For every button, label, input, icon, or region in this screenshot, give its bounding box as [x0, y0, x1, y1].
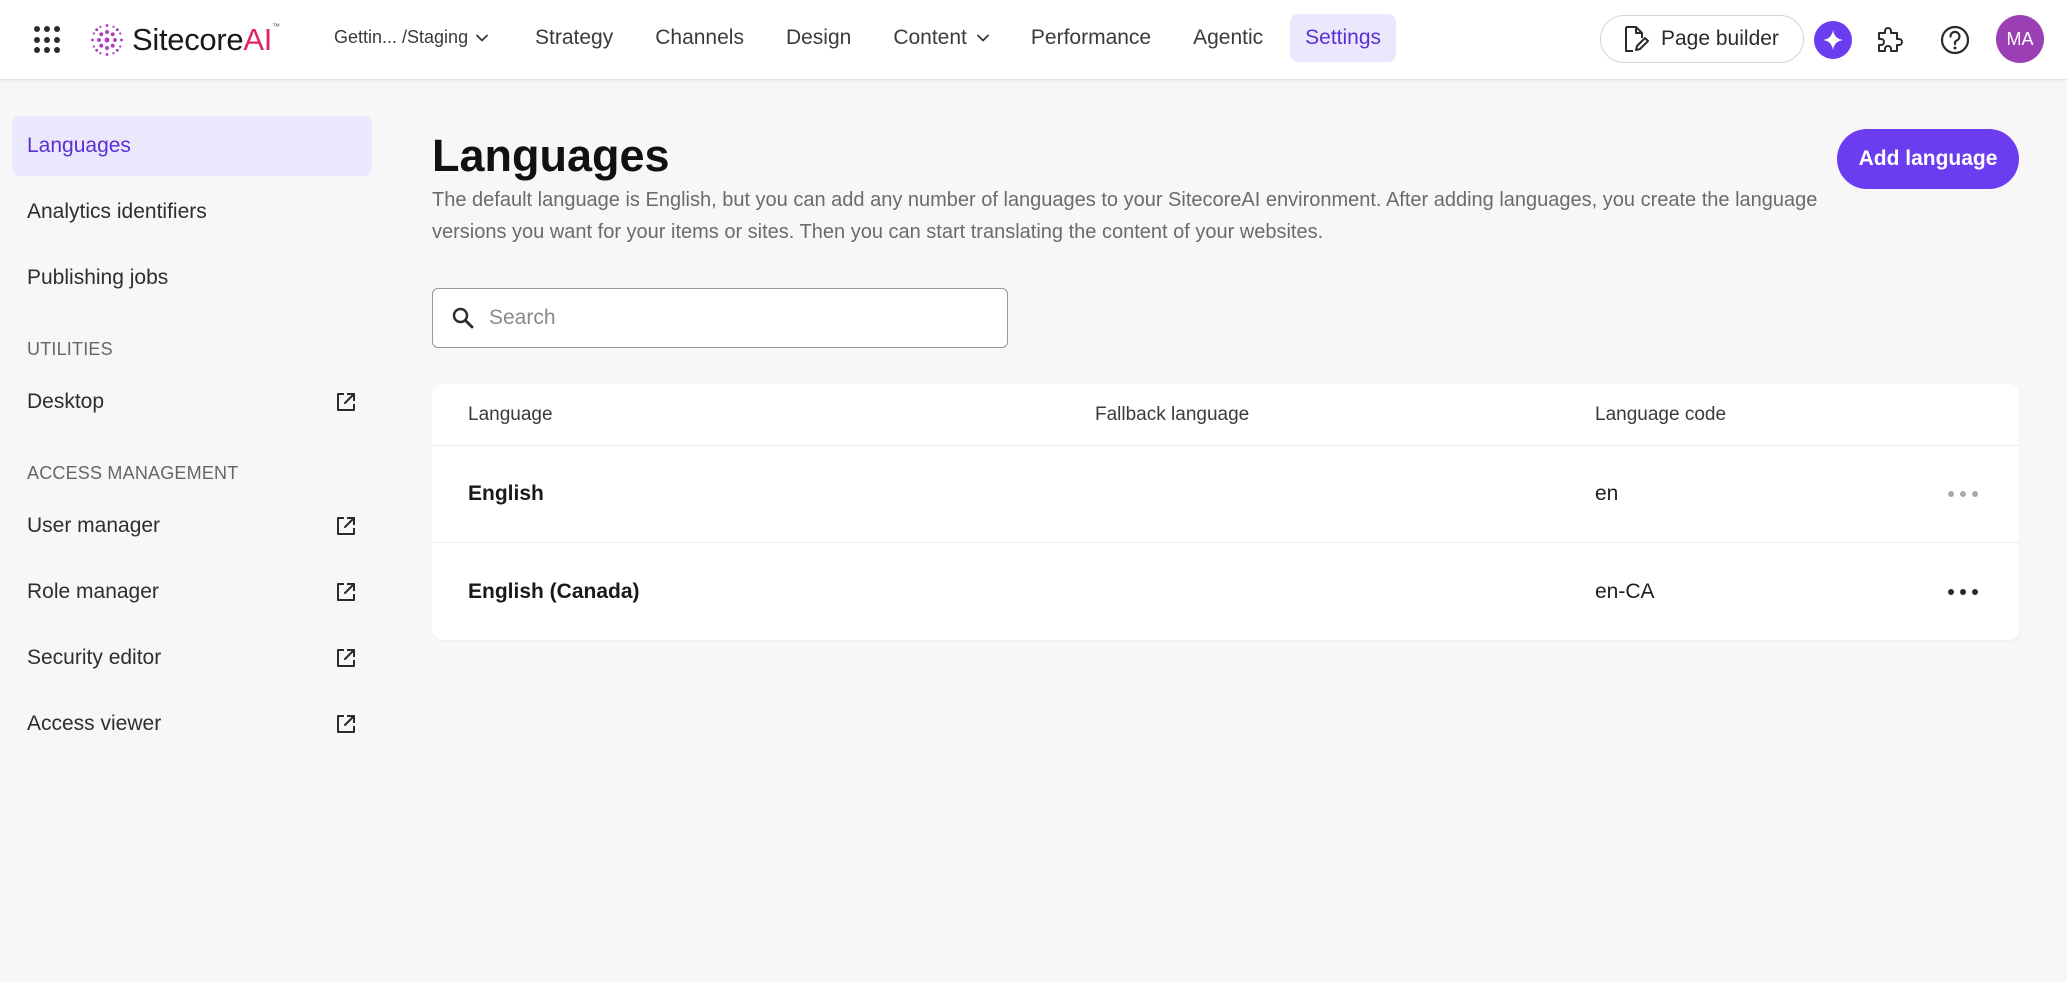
- sidebar-section-utilities: UTILITIES: [27, 338, 113, 359]
- sidebar-item-label: Role manager: [27, 580, 159, 603]
- page-builder-button[interactable]: Page builder: [1600, 15, 1804, 63]
- apps-grid-icon[interactable]: [34, 26, 62, 54]
- languages-table: Language Fallback language Language code…: [432, 384, 2019, 640]
- column-header-language-code[interactable]: Language code: [1595, 404, 1726, 426]
- search-field[interactable]: [432, 288, 1008, 348]
- table-header: Language Fallback language Language code: [432, 384, 2019, 446]
- environment-switcher[interactable]: Gettin... /Staging: [334, 27, 488, 48]
- column-header-language[interactable]: Language: [468, 404, 553, 426]
- sidebar-item-label: Publishing jobs: [27, 266, 169, 289]
- sidebar-item-desktop[interactable]: Desktop: [12, 372, 372, 432]
- chevron-down-icon: [476, 34, 488, 41]
- nav-tab-label: Channels: [655, 26, 744, 49]
- sidebar-item-label: Access viewer: [27, 712, 162, 735]
- more-dots-icon: [1960, 588, 1966, 595]
- sidebar-item-label: User manager: [27, 514, 161, 537]
- sidebar-utilities-group: Desktop: [12, 372, 372, 432]
- sidebar-item-analytics-identifiers[interactable]: Analytics identifiers: [12, 182, 372, 242]
- main-content: Languages The default language is Englis…: [432, 116, 2019, 640]
- page-edit-icon: [1625, 26, 1649, 52]
- language-code-cell: en: [1595, 482, 1619, 505]
- chevron-down-icon: [976, 34, 989, 42]
- sidebar-item-role-manager[interactable]: Role manager: [12, 562, 372, 622]
- help-icon: [1940, 25, 1970, 55]
- row-actions-button[interactable]: [1948, 582, 1978, 602]
- nav-tab-strategy[interactable]: Strategy: [520, 14, 628, 62]
- more-dots-icon: [1972, 588, 1978, 595]
- ai-assistant-button[interactable]: [1814, 21, 1852, 59]
- sidebar-item-label: Analytics identifiers: [27, 200, 207, 223]
- sitecore-logo-mark-icon: [91, 24, 123, 56]
- table-body: English en English (Canada) en-CA: [432, 446, 2019, 640]
- external-link-icon: [337, 715, 355, 733]
- table-row: English (Canada) en-CA: [432, 543, 2019, 640]
- nav-tab-label: Content: [893, 26, 967, 49]
- page-description: The default language is English, but you…: [432, 189, 1818, 243]
- language-code-cell: en-CA: [1595, 579, 1655, 603]
- sidebar-item-publishing-jobs[interactable]: Publishing jobs: [12, 248, 372, 308]
- row-actions-button[interactable]: [1948, 484, 1978, 504]
- column-header-fallback-language[interactable]: Fallback language: [1095, 404, 1249, 426]
- more-dots-icon: [1948, 491, 1954, 497]
- nav-tab-agentic[interactable]: Agentic: [1178, 14, 1278, 62]
- nav-tab-settings[interactable]: Settings: [1290, 14, 1397, 62]
- nav-tab-label: Strategy: [535, 26, 614, 49]
- nav-tab-performance[interactable]: Performance: [1016, 14, 1166, 62]
- sitecore-logo[interactable]: SitecoreAI™: [90, 20, 280, 60]
- nav-tab-content[interactable]: Content: [878, 14, 1004, 62]
- sidebar-access-group: User manager Role manager Security editor A…: [12, 496, 372, 754]
- extensions-button[interactable]: [1871, 22, 1907, 58]
- more-dots-icon: [1948, 588, 1954, 595]
- sidebar-item-label: Security editor: [27, 646, 162, 669]
- sparkle-icon: [1823, 30, 1843, 50]
- nav-tab-label: Settings: [1305, 26, 1382, 49]
- more-dots-icon: [1960, 491, 1966, 497]
- external-link-icon: [337, 583, 355, 601]
- main-nav: Strategy Channels Design Content Performance…: [520, 14, 1408, 62]
- nav-tab-label: Design: [785, 26, 852, 49]
- sidebar-item-access-viewer[interactable]: Access viewer: [12, 694, 372, 754]
- external-link-icon: [337, 517, 355, 535]
- nav-tab-channels[interactable]: Channels: [640, 14, 759, 62]
- environment-label: Gettin... /Staging: [334, 27, 469, 47]
- sidebar-section-access-management: ACCESS MANAGEMENT: [27, 462, 239, 483]
- nav-tab-label: Agentic: [1193, 26, 1264, 49]
- table-row: English en: [432, 446, 2019, 543]
- sidebar-item-user-manager[interactable]: User manager: [12, 496, 372, 556]
- sidebar-item-label: Languages: [27, 134, 131, 157]
- external-link-icon: [337, 649, 355, 667]
- user-avatar[interactable]: MA: [1996, 15, 2044, 63]
- external-link-icon: [337, 393, 355, 411]
- sidebar-item-label: Desktop: [27, 390, 105, 413]
- page-builder-label: Page builder: [1661, 27, 1779, 50]
- nav-tab-label: Performance: [1030, 26, 1152, 49]
- add-language-button[interactable]: Add language: [1837, 129, 2019, 189]
- nav-tab-design[interactable]: Design: [771, 14, 866, 62]
- search-icon: [452, 307, 474, 329]
- page-title: Languages: [432, 130, 670, 181]
- sidebar-main-group: Languages Analytics identifiers Publishing…: [12, 116, 372, 308]
- search-input[interactable]: [489, 306, 969, 330]
- more-dots-icon: [1972, 491, 1978, 497]
- top-navigation-bar: SitecoreAI™ Gettin... /Staging Strategy C…: [0, 0, 2067, 80]
- language-name-cell: English: [468, 482, 544, 505]
- brand-name: SitecoreAI™: [132, 22, 280, 57]
- sidebar-item-security-editor[interactable]: Security editor: [12, 628, 372, 688]
- help-button[interactable]: [1937, 22, 1973, 58]
- language-name-cell: English (Canada): [468, 579, 640, 603]
- sidebar-item-languages[interactable]: Languages: [12, 116, 372, 176]
- settings-sidebar: Languages Analytics identifiers Publishing…: [12, 116, 372, 760]
- puzzle-icon: [1878, 27, 1903, 52]
